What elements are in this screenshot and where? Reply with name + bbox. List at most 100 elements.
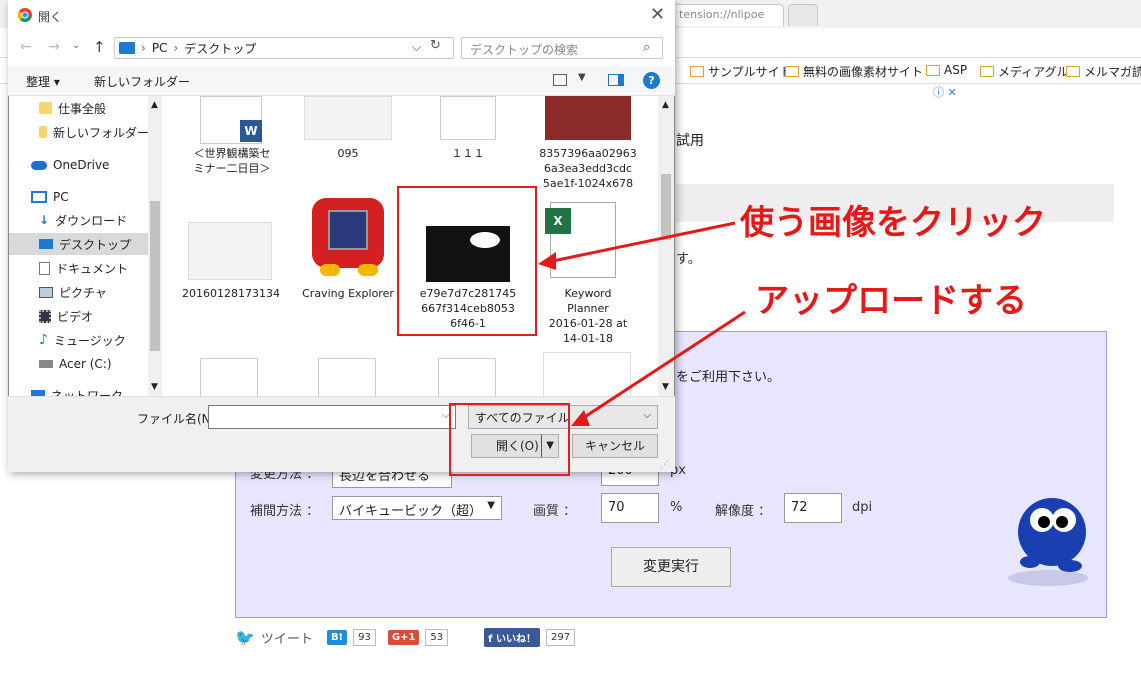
nav-item-label: 仕事全般 — [58, 101, 107, 116]
chrome-icon — [18, 8, 32, 22]
nav-item-network[interactable]: ネットワーク — [9, 384, 149, 396]
wps-presentation-icon[interactable] — [200, 358, 258, 396]
ad-choices-icon[interactable]: ⓘ ✕ — [933, 84, 957, 100]
gplus-button[interactable]: G+1 — [387, 630, 420, 645]
file-name[interactable]: Craving Explorer — [300, 286, 396, 301]
nav-item-label: PC — [53, 190, 69, 204]
resolution-label: 解像度 ： — [715, 504, 772, 519]
cloud-icon — [31, 160, 47, 170]
nav-item-work[interactable]: 仕事全般 — [9, 97, 149, 119]
view-options-icon[interactable] — [553, 74, 567, 86]
search-icon[interactable]: ⌕ — [643, 40, 650, 55]
file-name[interactable]: 095 — [300, 146, 396, 161]
file-name[interactable]: ＜世界観構築セ ミナー二日目＞ — [182, 146, 282, 176]
breadcrumb-pc[interactable]: PC — [152, 41, 168, 55]
resolution-input[interactable]: 72 — [784, 493, 842, 523]
nav-item-documents[interactable]: ドキュメント — [9, 257, 149, 279]
recent-locations-chevron-icon[interactable]: ⌄ — [72, 40, 80, 51]
nav-item-pictures[interactable]: ピクチャ — [9, 281, 149, 303]
bookmark-free-images[interactable]: 無料の画像素材サイト — [785, 63, 923, 80]
wps-spreadsheet-icon[interactable] — [318, 358, 376, 396]
scroll-up-icon[interactable]: ▲ — [151, 100, 158, 110]
folder-icon — [1066, 66, 1080, 77]
preview-pane-icon[interactable] — [608, 74, 624, 86]
file-scroll-thumb[interactable] — [661, 174, 671, 240]
file-thumbnail[interactable] — [304, 96, 392, 140]
file-name[interactable]: 20160128173134 — [178, 286, 284, 301]
nav-item-pc[interactable]: PC — [9, 186, 149, 208]
scroll-down-icon[interactable]: ▼ — [662, 382, 669, 392]
nav-scroll-thumb[interactable] — [150, 201, 160, 351]
nav-item-videos[interactable]: ビデオ — [9, 305, 149, 327]
file-thumbnail[interactable] — [545, 96, 631, 140]
bookmark-label: ASP — [944, 63, 968, 77]
file-name[interactable]: １１１ — [420, 146, 516, 161]
forward-arrow-icon[interactable]: → — [48, 39, 60, 55]
scroll-up-icon[interactable]: ▲ — [662, 100, 669, 110]
nav-item-onedrive[interactable]: OneDrive — [9, 154, 149, 176]
annotation-upload: アップロードする — [755, 281, 1027, 321]
nav-item-new-folder[interactable]: 新しいフォルダー — [9, 121, 149, 143]
tweet-link[interactable]: ツイート — [261, 628, 313, 647]
cancel-button[interactable]: キャンセル — [572, 434, 658, 458]
wps-writer-icon[interactable] — [438, 358, 496, 396]
bookmark-mailmag[interactable]: メルマガ読者 — [1066, 63, 1141, 80]
computer-icon — [31, 191, 47, 203]
facebook-like-button[interactable]: f いいね！ — [484, 628, 540, 647]
bookmark-sample-site[interactable]: サンプルサイト — [690, 63, 792, 80]
search-input[interactable]: デスクトップの検索 — [461, 37, 663, 59]
folder-icon — [785, 66, 799, 77]
filename-input[interactable] — [208, 405, 456, 429]
folder-icon — [690, 66, 704, 77]
refresh-icon[interactable]: ↻ — [430, 38, 448, 58]
browser-tab[interactable]: tension://nlipoe — [672, 4, 784, 26]
nav-item-downloads[interactable]: ↓ ダウンロード — [9, 209, 149, 231]
file-thumbnail[interactable] — [188, 222, 272, 280]
resolution-unit: dpi — [852, 500, 873, 515]
resize-grip-icon[interactable]: ⋰ — [660, 460, 669, 470]
file-name[interactable]: Keyword Planner 2016-01-28 at 14-01-18 — [536, 286, 640, 346]
nav-item-label: ドキュメント — [56, 261, 129, 276]
folder-icon — [926, 64, 940, 76]
up-arrow-icon[interactable]: ↑ — [93, 38, 106, 56]
nav-item-music[interactable]: ♪ ミュージック — [9, 329, 149, 351]
interp-method-label: 補間方法 ： — [250, 504, 320, 519]
file-thumbnail[interactable] — [440, 96, 496, 140]
quality-unit: % — [670, 500, 683, 515]
address-bar[interactable]: › PC › デスクトップ — [114, 37, 454, 59]
interp-method-select[interactable]: バイキュービック（超） ▼ — [332, 496, 502, 520]
address-dropdown-chevron-icon[interactable]: ⌵ — [412, 40, 421, 55]
hatena-bookmark-icon[interactable]: B! — [326, 630, 348, 645]
close-icon[interactable]: ✕ — [650, 4, 665, 25]
file-scrollbar[interactable]: ▲ ▼ — [658, 96, 674, 396]
twitter-icon[interactable]: 🐦 — [235, 628, 255, 647]
nav-item-drive-c[interactable]: Acer (C:) — [9, 353, 149, 375]
drive-icon — [39, 360, 53, 368]
help-icon[interactable]: ? — [643, 72, 660, 89]
scroll-down-icon[interactable]: ▼ — [151, 382, 158, 392]
bookmark-mediagle[interactable]: メディアグル — [980, 63, 1069, 80]
organize-button[interactable]: 整理 ▾ — [26, 73, 60, 90]
bookmark-label: メディアグル — [998, 65, 1069, 79]
dialog-title: 開く — [38, 10, 63, 24]
new-tab-button[interactable] — [788, 4, 818, 26]
highlight-selected-image — [397, 186, 537, 336]
excel-icon: X — [545, 208, 571, 234]
execute-button[interactable]: 変更実行 — [611, 547, 731, 587]
file-thumbnail[interactable] — [543, 352, 631, 396]
video-icon — [39, 309, 51, 323]
view-chevron-icon[interactable]: ▼ — [578, 72, 586, 83]
bookmark-asp[interactable]: ASP — [926, 63, 967, 77]
quality-input[interactable]: 70 — [601, 493, 659, 523]
nav-item-label: ビデオ — [57, 309, 94, 324]
file-name[interactable]: 8357396aa02963 6a3ea3edd3cdc 5ae1f-1024x… — [536, 146, 640, 191]
breadcrumb-desktop[interactable]: デスクトップ — [184, 40, 256, 57]
new-folder-button[interactable]: 新しいフォルダー — [94, 73, 190, 90]
nav-scrollbar[interactable]: ▲ ▼ — [148, 96, 162, 396]
back-arrow-icon[interactable]: ← — [20, 39, 32, 55]
nav-item-desktop[interactable]: デスクトップ — [9, 233, 149, 255]
picture-icon — [39, 286, 53, 298]
nav-item-label: デスクトップ — [59, 237, 132, 252]
word-icon: W — [240, 120, 262, 142]
craving-explorer-foot — [320, 264, 340, 276]
